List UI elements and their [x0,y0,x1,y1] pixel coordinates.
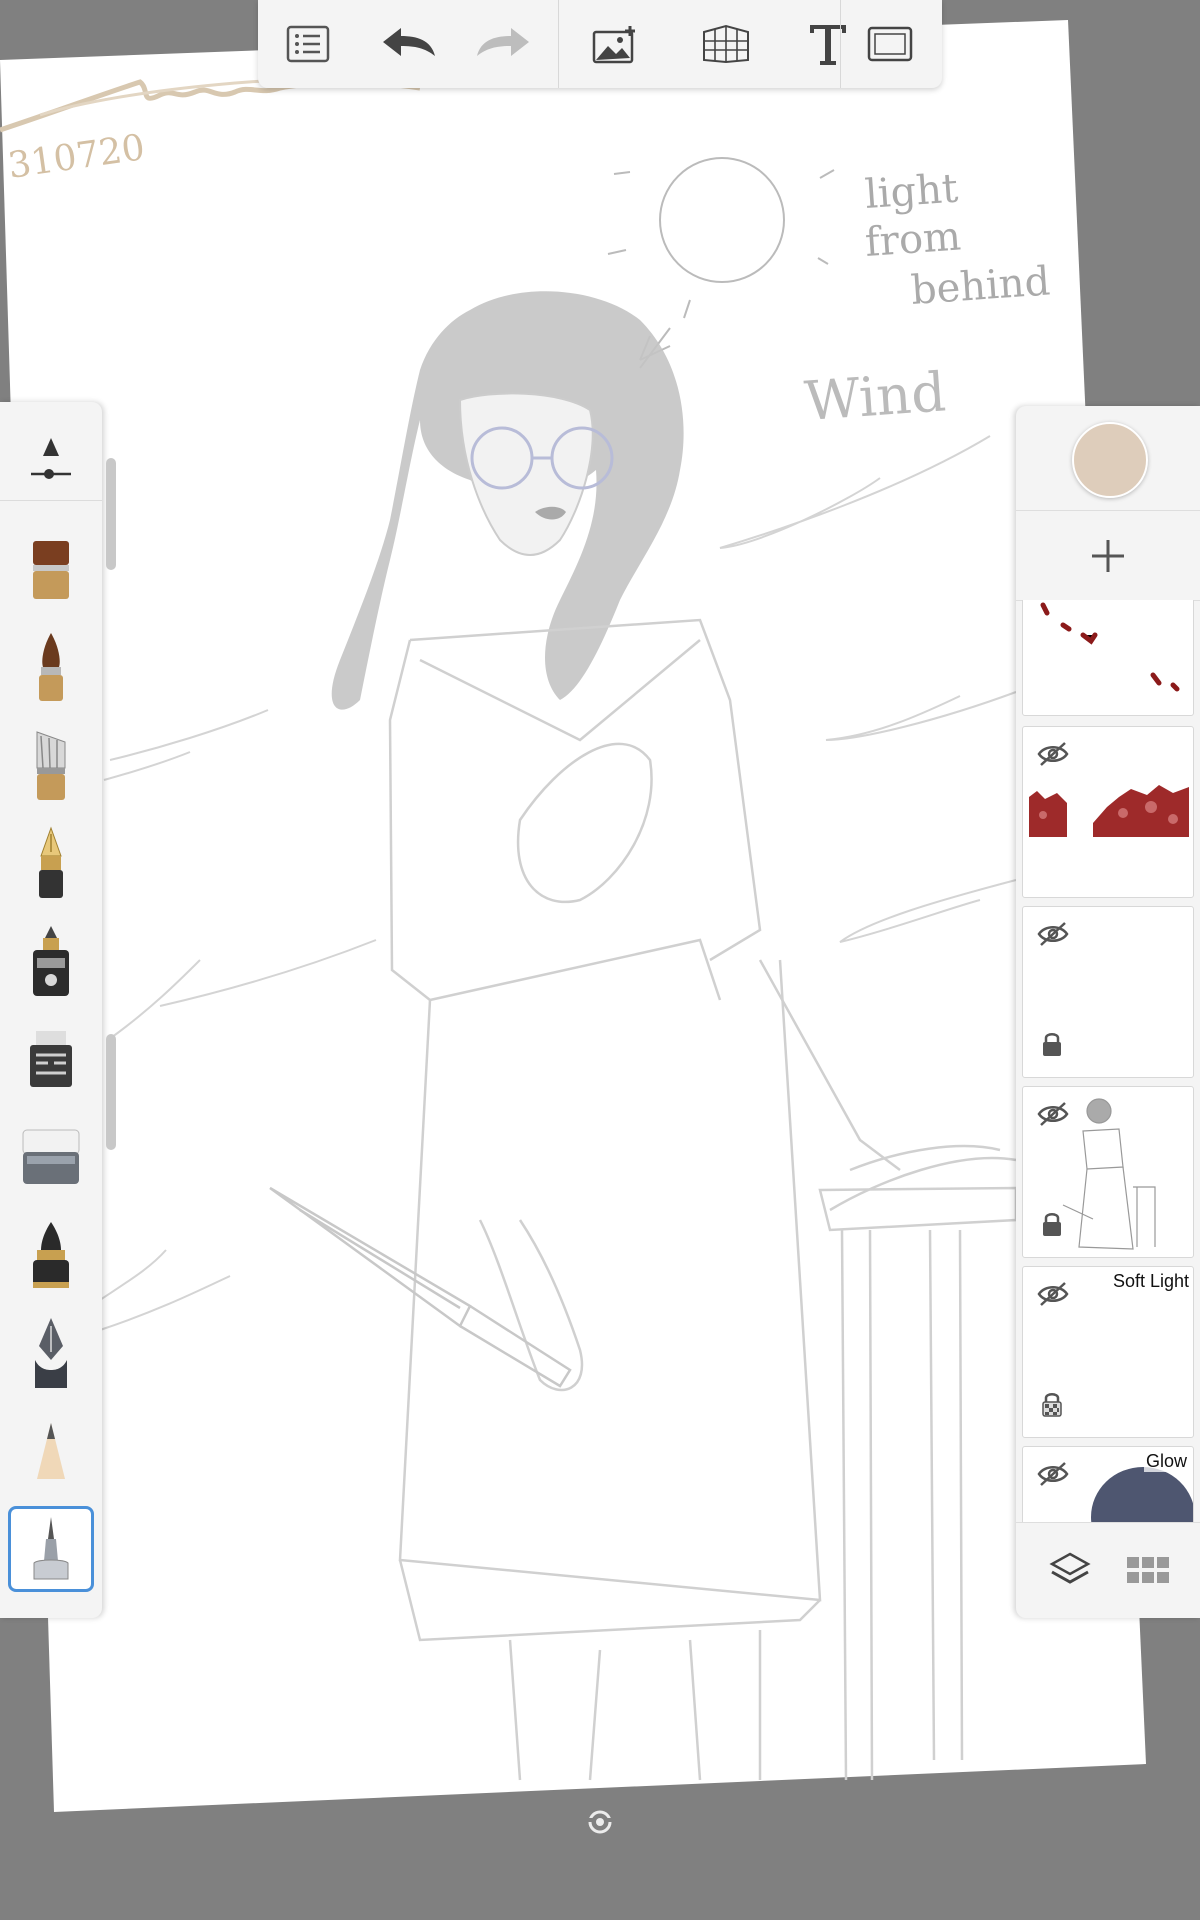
color-swatch[interactable] [1072,422,1148,498]
layer-thumbnail[interactable] [1022,906,1194,1078]
note-behind: behind [909,258,1051,314]
layer-blend-mode: Soft Light [1112,1271,1189,1291]
layer-thumbnail[interactable] [1022,726,1194,898]
layer-panel: Soft Light Glow [1016,406,1200,1618]
fullscreen-icon[interactable] [850,0,930,88]
add-layer-button[interactable] [1016,512,1200,600]
toolbar-separator [840,0,841,88]
brush-opacity-slider-handle[interactable] [106,1034,116,1150]
nib-pen-icon[interactable] [8,1310,94,1396]
ink-pen-icon[interactable] [8,1212,94,1298]
layer-thumbnail[interactable] [1022,600,1194,716]
fountain-pen-icon[interactable] [8,820,94,906]
layer-list[interactable]: Soft Light Glow [1022,600,1194,1522]
perspective-grid-icon[interactable] [686,0,766,88]
top-toolbar [258,0,942,88]
layer-thumbnail[interactable] [1022,1086,1194,1258]
note-from: from [863,213,962,266]
undo-icon[interactable] [368,0,448,88]
plus-icon [1092,540,1124,572]
list-icon[interactable] [268,0,348,88]
visibility-off-icon[interactable] [1037,741,1069,772]
layer-thumbnail[interactable]: Glow [1022,1446,1194,1522]
visibility-off-icon[interactable] [1037,1101,1069,1132]
canvas-rotate-icon[interactable] [584,1806,616,1838]
visibility-off-icon[interactable] [1037,1281,1069,1312]
lock-icon[interactable] [1041,1031,1063,1062]
layer-preview [1040,602,1180,692]
toolbar-separator [558,0,559,88]
note-wind: Wind [803,360,948,433]
fan-brush-icon[interactable] [8,722,94,808]
layer-blend-mode: Glow [1143,1451,1189,1472]
paint-marker-icon[interactable] [8,918,94,1004]
lock-icon[interactable] [1041,1211,1063,1242]
layers-icon[interactable] [1038,1538,1102,1602]
note-light: light [863,166,959,218]
round-brush-icon[interactable] [8,624,94,710]
add-image-icon[interactable] [576,0,656,88]
grid-menu-icon[interactable] [1116,1538,1180,1602]
layer-thumbnail[interactable]: Soft Light [1022,1266,1194,1438]
brush-size-slider-handle[interactable] [106,458,116,570]
redo-icon[interactable] [464,0,544,88]
chisel-marker-icon[interactable] [8,1016,94,1102]
visibility-off-icon[interactable] [1037,921,1069,952]
flat-brush-icon[interactable] [8,526,94,612]
brush-panel-divider [0,500,102,501]
transparency-lock-icon[interactable] [1041,1391,1063,1422]
brush-size-opacity-icon[interactable] [8,416,94,502]
pencil-icon[interactable] [8,1408,94,1494]
visibility-off-icon[interactable] [1037,1461,1069,1492]
panel-divider [1016,510,1200,511]
brush-panel [0,402,102,1618]
eraser-icon[interactable] [8,1114,94,1200]
airbrush-icon[interactable] [8,1506,94,1592]
layer-panel-footer [1016,1522,1200,1618]
